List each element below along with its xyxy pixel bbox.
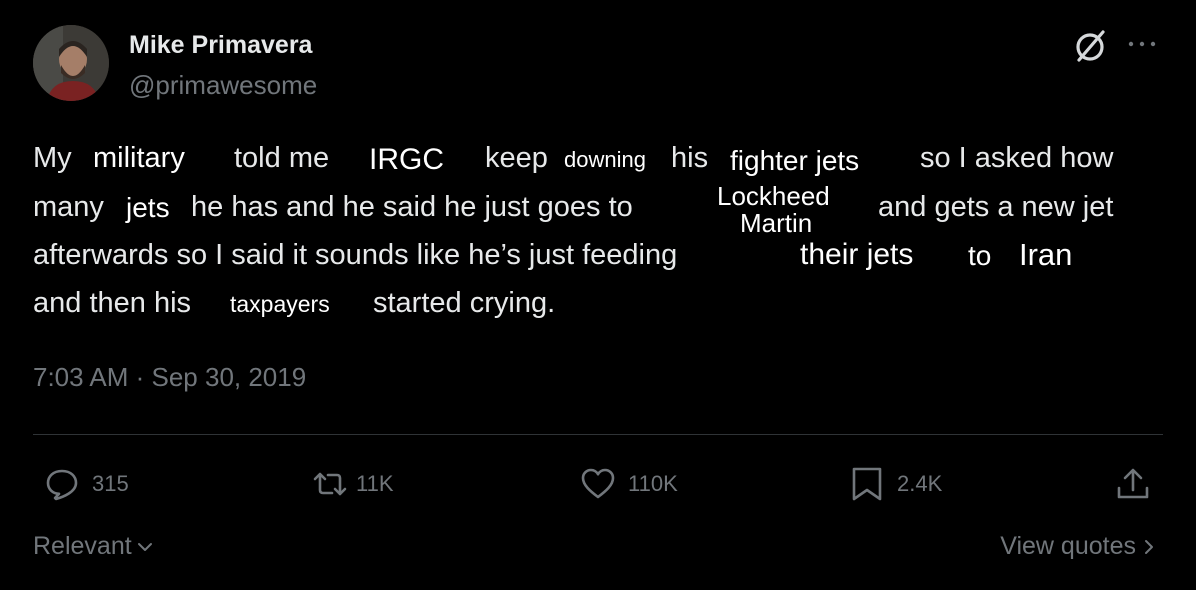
reply-icon: [46, 469, 78, 501]
tweet-word: My: [33, 142, 72, 174]
divider: [33, 434, 1163, 435]
tweet-word: many: [33, 191, 104, 223]
like-count: 110K: [628, 471, 678, 496]
grok-icon[interactable]: [1070, 26, 1110, 66]
tweet-timestamp[interactable]: 7:03 AM · Sep 30, 2019: [33, 362, 306, 393]
handle[interactable]: @primawesome: [129, 70, 317, 101]
tweet-word: afterwards so I said it sounds like he’s…: [33, 239, 678, 271]
tweet-inserted-word: fighter jets: [730, 145, 860, 176]
tweet-text: My military told me IRGC keep downing hi…: [33, 138, 1163, 328]
tweet-word: his: [671, 142, 709, 174]
chevron-right-icon: [1145, 539, 1153, 554]
tweet-word: and then his: [33, 287, 192, 319]
tweet-word: so I asked how: [920, 142, 1114, 174]
bookmark-button[interactable]: 2.4K: [849, 466, 942, 502]
chevron-down-icon: [137, 542, 152, 551]
tweet-inserted-word: Martin: [740, 208, 813, 238]
tweet-word: told me: [234, 142, 330, 174]
reply-count: 315: [92, 471, 129, 496]
tweet-inserted-word: to: [968, 240, 992, 271]
repost-icon: [313, 472, 347, 496]
tweet-inserted-word: Iran: [1019, 237, 1073, 272]
tweet-word: started crying.: [373, 287, 556, 319]
sort-label: Relevant: [33, 532, 132, 560]
view-quotes-link[interactable]: View quotes: [1000, 532, 1158, 561]
tweet-inserted-word: military: [93, 142, 185, 174]
tweet-word: and gets a new jet: [878, 191, 1114, 223]
tweet-word: he has and he said he just goes to: [191, 191, 633, 223]
heart-icon: [581, 468, 615, 499]
share-icon: [1117, 468, 1149, 499]
like-button[interactable]: 110K: [580, 466, 678, 502]
sort-dropdown[interactable]: Relevant: [33, 532, 154, 561]
bookmark-count: 2.4K: [897, 471, 943, 496]
avatar[interactable]: [33, 25, 109, 101]
display-name[interactable]: Mike Primavera: [129, 31, 312, 60]
more-icon[interactable]: [1126, 36, 1160, 56]
tweet-inserted-word: jets: [126, 192, 170, 223]
tweet-word: keep: [485, 142, 548, 174]
repost-button[interactable]: 11K: [312, 466, 394, 502]
bookmark-icon: [852, 467, 882, 501]
tweet-inserted-word: IRGC: [369, 143, 444, 176]
repost-count: 11K: [356, 471, 394, 496]
avatar-image: [33, 25, 109, 101]
share-button[interactable]: [1115, 466, 1151, 502]
tweet-inserted-word: taxpayers: [230, 291, 330, 317]
view-quotes-label: View quotes: [1000, 532, 1136, 560]
tweet-inserted-word: their jets: [800, 238, 914, 271]
tweet-inserted-word: downing: [564, 147, 646, 172]
tweet-inserted-word: Lockheed: [717, 181, 830, 211]
reply-button[interactable]: 315: [44, 466, 129, 502]
